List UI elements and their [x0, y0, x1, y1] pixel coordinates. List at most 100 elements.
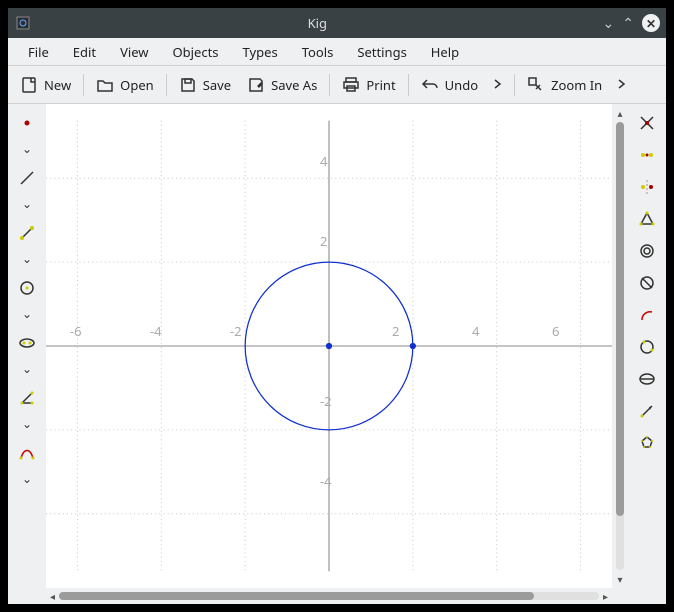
horizontal-scrollbar[interactable]: ◂ ▸	[46, 588, 628, 604]
menu-edit[interactable]: Edit	[63, 39, 106, 65]
separator	[83, 74, 84, 96]
save-as-button[interactable]: Save As	[239, 72, 325, 98]
tool-arc[interactable]	[632, 302, 662, 328]
tool-line[interactable]	[12, 165, 42, 191]
print-icon	[342, 76, 360, 94]
window-title: Kig	[32, 14, 603, 32]
new-label: New	[44, 76, 71, 94]
titlebar[interactable]: Kig ⌄ ⌃ ✕	[8, 8, 666, 38]
undo-label: Undo	[445, 76, 478, 94]
chevron-right-icon	[492, 78, 504, 90]
tool-hcircle[interactable]	[632, 366, 662, 392]
new-file-icon	[20, 76, 38, 94]
tool-point-more[interactable]: ⌄	[22, 140, 32, 157]
save-button[interactable]: Save	[171, 72, 239, 98]
tool-triangle[interactable]	[632, 206, 662, 232]
hscroll-thumb[interactable]	[59, 592, 534, 600]
scroll-left-arrow[interactable]: ◂	[46, 589, 59, 603]
tool-conic-more[interactable]: ⌄	[22, 360, 32, 377]
menu-help[interactable]: Help	[421, 39, 469, 65]
undo-button[interactable]: Undo	[413, 72, 486, 98]
vscroll-thumb[interactable]	[616, 122, 624, 516]
separator	[408, 74, 409, 96]
tool-vector[interactable]	[632, 398, 662, 424]
menu-file[interactable]: File	[18, 39, 59, 65]
tool-mirror-point[interactable]	[632, 174, 662, 200]
canvas-area: -6 -4 -2 2 4 6 4 2 -2 -4 ▴ ▾ ◂	[46, 104, 628, 604]
folder-open-icon	[96, 76, 114, 94]
print-button[interactable]: Print	[334, 72, 403, 98]
scroll-up-arrow[interactable]: ▴	[617, 104, 622, 122]
menu-tools[interactable]: Tools	[292, 39, 344, 65]
save-as-label: Save As	[271, 76, 317, 94]
save-as-icon	[247, 76, 265, 94]
ytick-n4: -4	[320, 472, 332, 490]
save-icon	[179, 76, 197, 94]
tool-point[interactable]	[12, 110, 42, 136]
tool-segment[interactable]	[12, 220, 42, 246]
minimize-button[interactable]: ⌄	[603, 14, 615, 33]
tool-crossed-circle[interactable]	[632, 270, 662, 296]
menu-types[interactable]: Types	[233, 39, 288, 65]
menubar: File Edit View Objects Types Tools Setti…	[8, 38, 666, 66]
xtick-p6: 6	[552, 322, 559, 340]
tool-segment-more[interactable]: ⌄	[22, 250, 32, 267]
tool-circle-points[interactable]	[632, 334, 662, 360]
tool-bezier[interactable]	[12, 440, 42, 466]
separator	[166, 74, 167, 96]
print-label: Print	[366, 76, 395, 94]
new-button[interactable]: New	[12, 72, 79, 98]
tool-intersect[interactable]	[632, 110, 662, 136]
canvas-svg	[46, 104, 612, 588]
zoom-in-icon	[527, 76, 545, 94]
xtick-n4: -4	[150, 322, 162, 340]
xtick-n2: -2	[230, 322, 242, 340]
xtick-p4: 4	[472, 322, 479, 340]
xtick-p2: 2	[392, 322, 399, 340]
menu-objects[interactable]: Objects	[163, 39, 229, 65]
center-point[interactable]	[326, 343, 332, 349]
content-area: ⌄ ⌄ ⌄ ⌄ ⌄ ⌄ ⌄	[8, 104, 666, 604]
tool-angle[interactable]	[12, 385, 42, 411]
zoom-in-button[interactable]: Zoom In	[519, 72, 610, 98]
open-label: Open	[120, 76, 154, 94]
toolbar-more-1[interactable]	[486, 72, 510, 98]
vertical-scrollbar[interactable]: ▴ ▾	[612, 104, 628, 588]
right-toolbar	[628, 104, 666, 604]
undo-icon	[421, 76, 439, 94]
separator	[514, 74, 515, 96]
chevron-right-icon	[616, 78, 628, 90]
xtick-n6: -6	[70, 322, 82, 340]
tool-circle-more[interactable]: ⌄	[22, 305, 32, 322]
hscroll-track[interactable]	[59, 592, 599, 600]
tool-target-circle[interactable]	[632, 238, 662, 264]
scroll-right-arrow[interactable]: ▸	[599, 589, 612, 603]
left-toolbar: ⌄ ⌄ ⌄ ⌄ ⌄ ⌄ ⌄	[8, 104, 46, 604]
vscroll-track[interactable]	[616, 122, 624, 570]
tool-angle-more[interactable]: ⌄	[22, 415, 32, 432]
drawing-canvas[interactable]: -6 -4 -2 2 4 6 4 2 -2 -4	[46, 104, 612, 588]
maximize-button[interactable]: ⌃	[622, 14, 634, 33]
app-icon	[14, 14, 32, 32]
ytick-n2: -2	[320, 392, 332, 410]
tool-circle[interactable]	[12, 275, 42, 301]
separator	[329, 74, 330, 96]
zoom-in-label: Zoom In	[551, 76, 602, 94]
tool-polygon[interactable]	[632, 430, 662, 456]
tool-line-more[interactable]: ⌄	[22, 195, 32, 212]
main-toolbar: New Open Save Save As Print Undo	[8, 66, 666, 104]
edge-point[interactable]	[410, 343, 416, 349]
tool-conic[interactable]	[12, 330, 42, 356]
open-button[interactable]: Open	[88, 72, 162, 98]
tool-midpoint[interactable]	[632, 142, 662, 168]
ytick-p4: 4	[320, 152, 327, 170]
tool-bezier-more[interactable]: ⌄	[22, 470, 32, 487]
menu-view[interactable]: View	[110, 39, 158, 65]
menu-settings[interactable]: Settings	[347, 39, 416, 65]
toolbar-overflow[interactable]	[610, 72, 634, 98]
ytick-p2: 2	[320, 232, 327, 250]
save-label: Save	[203, 76, 231, 94]
app-window: Kig ⌄ ⌃ ✕ File Edit View Objects Types T…	[8, 8, 666, 604]
close-button[interactable]: ✕	[642, 14, 660, 32]
scroll-down-arrow[interactable]: ▾	[617, 570, 622, 588]
